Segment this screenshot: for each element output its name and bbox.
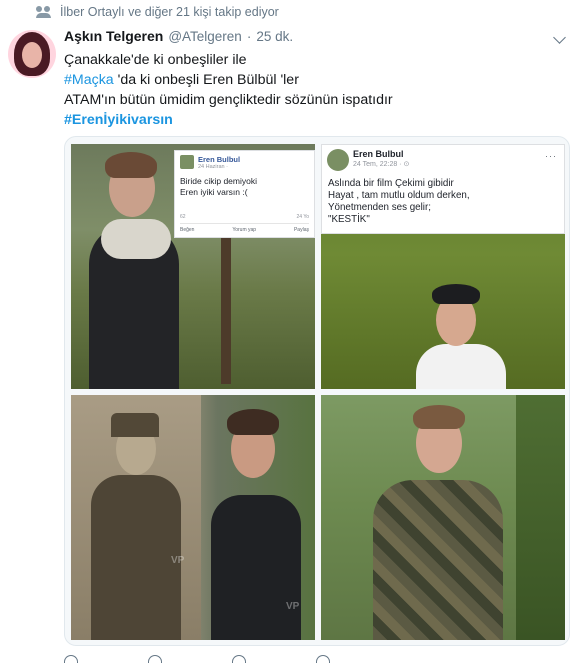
fb-post-1-likes: 62 [180,214,186,220]
retweet-icon[interactable] [148,655,162,663]
like-icon[interactable] [232,655,246,663]
hashtag-macka[interactable]: #Maçka [64,72,114,88]
social-context-text[interactable]: İlber Ortaylı ve diğer 21 kişi takip edi… [60,5,279,19]
hashtag-eren-iyiki-varsin[interactable]: #Erenİyikivarsın [64,112,173,128]
fb-avatar [327,149,349,171]
photo-1[interactable]: Eren Bulbul 24 Haziran · Biride cikip de… [71,144,315,389]
header-separator: · [246,29,252,44]
watermark-1: VP [171,555,185,566]
fb-post-2-date: 24 Tem, 22:28 · ⊙ [353,161,410,168]
fb-more-icon: ··· [545,151,557,161]
photo-3[interactable]: VP VP [71,395,315,640]
watermark-2: VP [286,601,300,612]
tweet-actions [64,655,330,663]
tweet-line-2-rest: 'da ki onbeşli Eren Bülbül 'ler [113,72,299,88]
fb-like-label: Beğen [180,227,195,233]
people-icon [36,5,52,19]
media-grid: Eren Bulbul 24 Haziran · Biride cikip de… [64,136,570,646]
social-context: İlber Ortaylı ve diğer 21 kişi takip edi… [36,5,279,19]
reply-icon[interactable] [64,655,78,663]
tweet-line-3: ATAM'ın bütün ümidim gençliktedir sözünü… [64,92,393,108]
facebook-post-2: Eren Bulbul 24 Tem, 22:28 · ⊙ ··· Aslınd… [321,144,565,234]
tweet-text: Çanakkale'de ki onbeşliler ile #Maçka 'd… [64,50,564,130]
chevron-down-icon[interactable] [553,31,566,44]
author-name[interactable]: Aşkın Telgeren [64,28,163,44]
fb-post-1-date: 24 Haziran · [198,164,228,170]
facebook-post-1: Eren Bulbul 24 Haziran · Biride cikip de… [174,150,315,238]
tweet-timestamp[interactable]: 25 dk. [256,29,293,44]
message-icon[interactable] [316,655,330,663]
fb-post-1-comments: 24 Yo [296,214,309,220]
fb-post-2-text: Aslında bir film Çekimi gibidir Hayat , … [328,178,470,225]
avatar[interactable] [8,30,56,78]
author-handle[interactable]: @ATelgeren [168,29,242,44]
photo-4[interactable] [321,395,565,640]
fb-post-1-text: Biride cikip demiyoki Eren iyiki varsın … [180,176,257,197]
fb-post-1-author: Eren Bulbul [198,155,241,164]
tweet-line-2: #Maçka 'da ki onbeşli Eren Bülbül 'ler [64,70,564,90]
fb-share-label: Paylaş [293,227,309,233]
photo-2[interactable]: Eren Bulbul 24 Tem, 22:28 · ⊙ ··· Aslınd… [321,144,565,389]
tweet-header: Aşkın Telgeren @ATelgeren · 25 dk. [64,28,293,44]
fb-post-2-author: Eren Bulbul [353,149,404,159]
fb-avatar [180,155,194,169]
tweet-line-1: Çanakkale'de ki onbeşliler ile [64,52,247,68]
fb-comment-label: Yorum yap [232,227,257,233]
